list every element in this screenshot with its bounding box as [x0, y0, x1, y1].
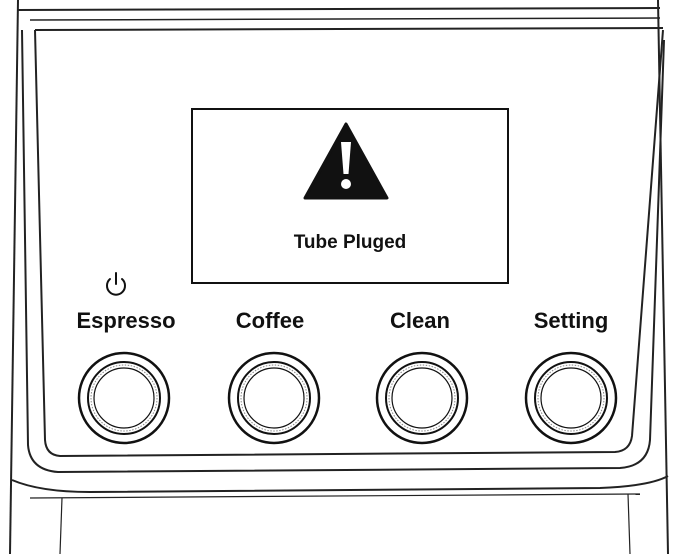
- setting-label: Setting: [533, 308, 609, 333]
- espresso-label: Espresso: [76, 308, 176, 333]
- power-icon: [106, 272, 126, 296]
- warning-triangle-icon: [303, 122, 389, 200]
- coffee-button[interactable]: [227, 351, 321, 445]
- setting-button[interactable]: [524, 351, 618, 445]
- coffee-label: Coffee: [235, 308, 305, 333]
- clean-button[interactable]: [375, 351, 469, 445]
- display-screen: Tube Pluged: [191, 108, 509, 284]
- clean-label: Clean: [390, 308, 450, 333]
- espresso-button[interactable]: [77, 351, 171, 445]
- display-message: Tube Pluged: [293, 232, 407, 253]
